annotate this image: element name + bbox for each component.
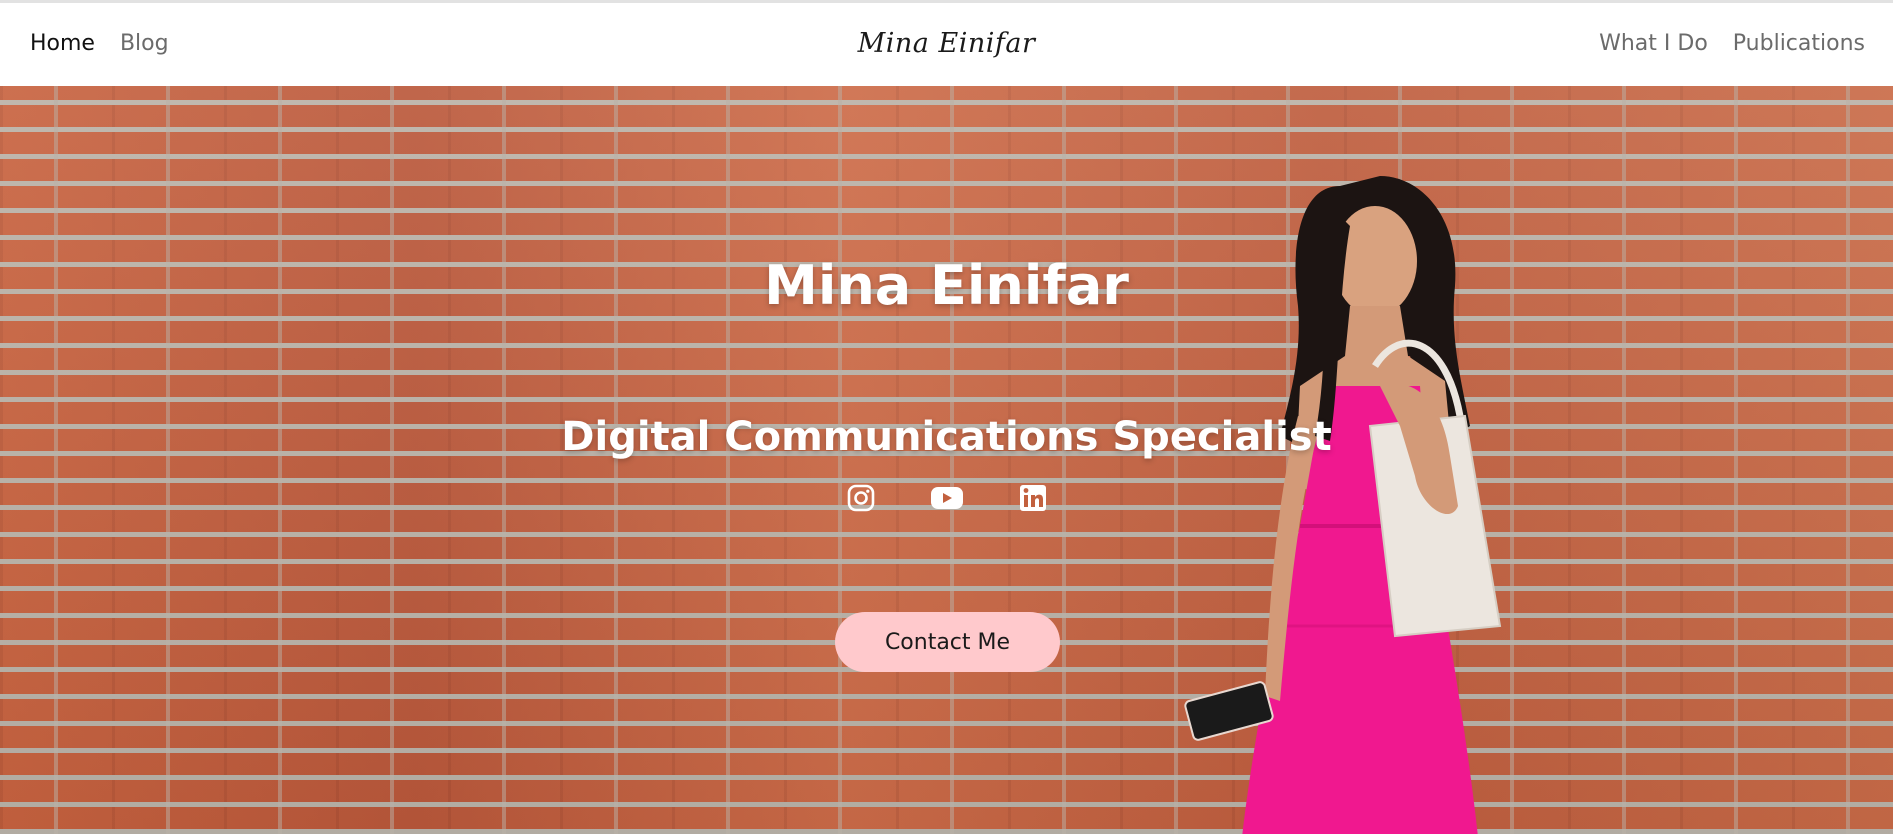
- hero-content: Mina Einifar Digital Communications Spec…: [0, 86, 1893, 834]
- youtube-icon[interactable]: [930, 481, 964, 515]
- instagram-icon[interactable]: [844, 481, 878, 515]
- linkedin-icon[interactable]: [1016, 481, 1050, 515]
- page: Home Blog Mina Einifar What I Do Publica…: [0, 0, 1893, 834]
- hero-subtitle: Digital Communications Specialist: [561, 414, 1332, 460]
- nav-link-what-i-do[interactable]: What I Do: [1599, 29, 1708, 59]
- nav-right-group: What I Do Publications: [1599, 29, 1865, 59]
- nav-link-publications[interactable]: Publications: [1733, 29, 1865, 59]
- top-navbar: Home Blog Mina Einifar What I Do Publica…: [0, 0, 1893, 86]
- contact-me-button[interactable]: Contact Me: [835, 612, 1060, 672]
- hero-section: Mina Einifar Digital Communications Spec…: [0, 86, 1893, 834]
- hero-title: Mina Einifar: [764, 254, 1129, 317]
- social-links: [0, 481, 1893, 515]
